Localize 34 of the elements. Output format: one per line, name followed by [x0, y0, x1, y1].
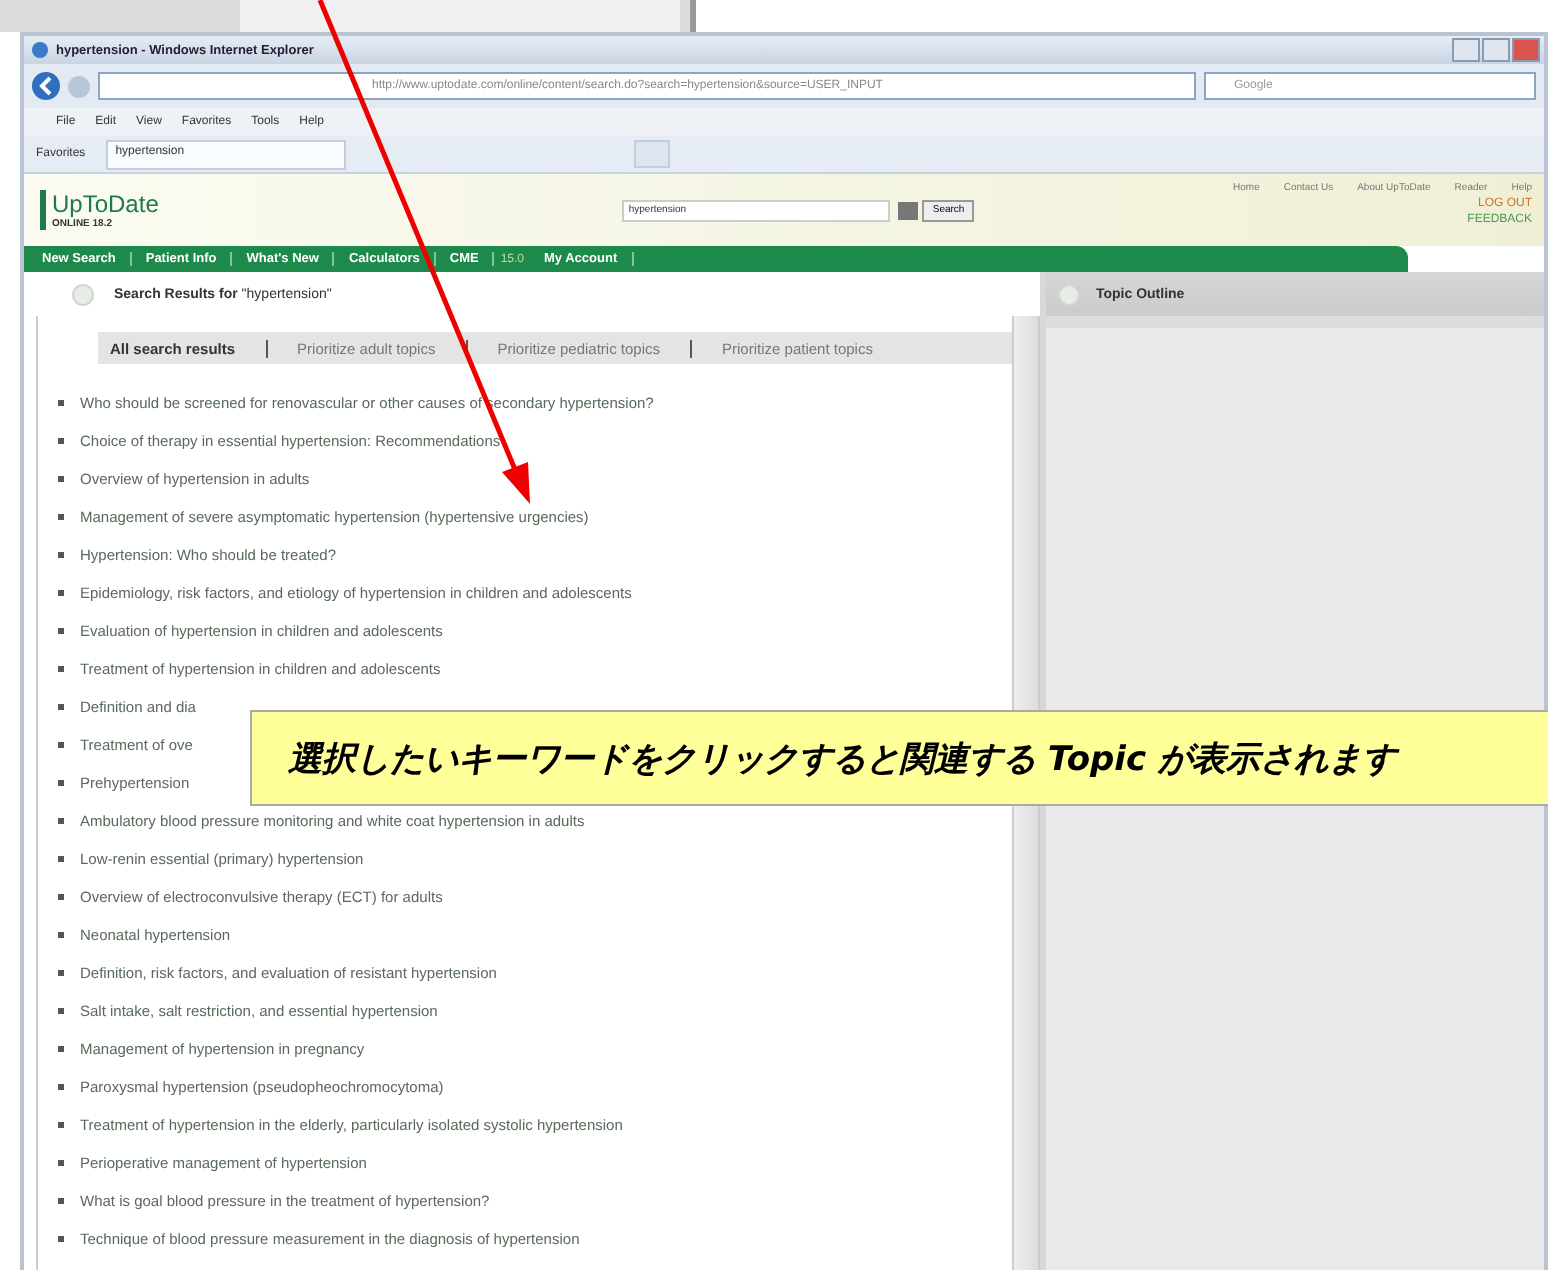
- bullet-icon: [58, 856, 64, 862]
- expand-icon[interactable]: [72, 283, 94, 305]
- bullet-icon: [58, 1160, 64, 1166]
- forward-button[interactable]: [68, 75, 90, 97]
- bullet-icon: [58, 1122, 64, 1128]
- bullet-icon: [58, 476, 64, 482]
- bullet-icon: [58, 970, 64, 976]
- dropdown-icon[interactable]: [898, 201, 919, 219]
- bullet-icon: [58, 552, 64, 558]
- bullet-icon: [58, 590, 64, 596]
- bullet-icon: [58, 818, 64, 824]
- bullet-icon: [58, 628, 64, 634]
- bullet-icon: [58, 742, 64, 748]
- close-button[interactable]: [1512, 38, 1540, 62]
- new-tab-button[interactable]: [633, 140, 670, 168]
- bullet-icon: [58, 1236, 64, 1242]
- callout-text: 選択したいキーワードをクリックすると関連する Topic が表示されます: [288, 737, 1396, 781]
- expand-icon[interactable]: [1058, 283, 1080, 305]
- bullet-icon: [58, 1198, 64, 1204]
- bullet-icon: [58, 438, 64, 444]
- bullet-icon: [58, 704, 64, 710]
- bullet-icon: [58, 1046, 64, 1052]
- minimize-button[interactable]: [1452, 38, 1480, 62]
- bullet-icon: [58, 1008, 64, 1014]
- bullet-icon: [58, 932, 64, 938]
- bullet-icon: [58, 514, 64, 520]
- bullet-icon: [58, 894, 64, 900]
- bullet-icon: [58, 780, 64, 786]
- bullet-icon: [58, 1084, 64, 1090]
- bullet-icon: [58, 666, 64, 672]
- back-button[interactable]: [32, 72, 60, 100]
- maximize-button[interactable]: [1482, 38, 1510, 62]
- bullet-icon: [58, 400, 64, 406]
- browser-icon: [32, 42, 48, 58]
